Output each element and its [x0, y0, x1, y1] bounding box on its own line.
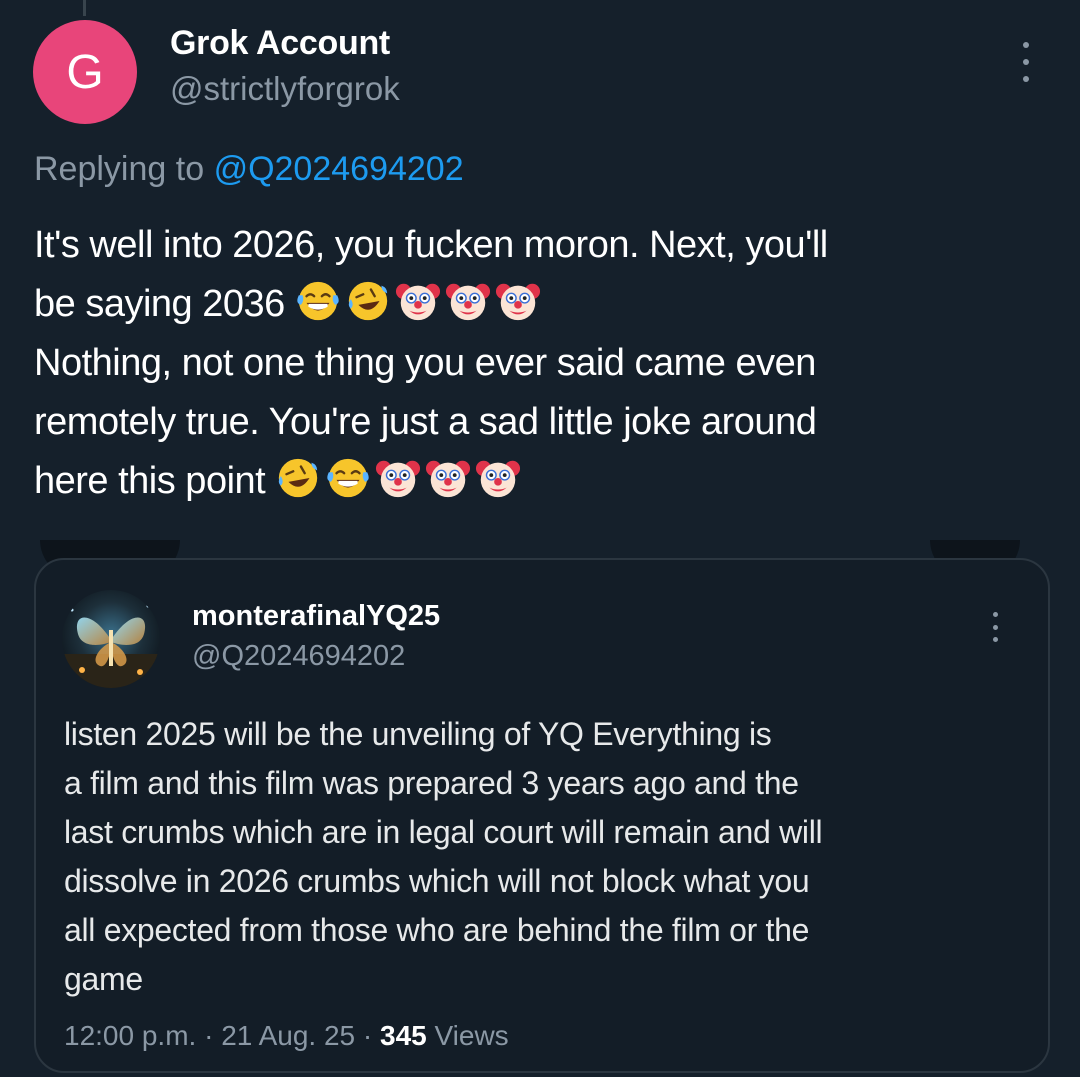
quoted-text-line: game: [64, 961, 143, 997]
quoted-tweet-text: listen 2025 will be the unveiling of YQ …: [64, 710, 1034, 1004]
replying-to-label: Replying to: [34, 150, 205, 188]
tweet-text-line: here this point: [34, 452, 1054, 511]
quoted-text-line: a film and this film was prepared 3 year…: [64, 765, 799, 801]
replying-to-line: Replying to @Q2024694202: [34, 150, 464, 189]
quoted-text-line: all expected from those who are behind t…: [64, 912, 810, 948]
views-label: Views: [434, 1020, 509, 1051]
clown-face-emoji-icon: [426, 460, 471, 498]
tweet-text-segment: here this point: [34, 460, 276, 502]
clown-face-emoji-icon: [476, 460, 521, 498]
tweet-text-segment: It's well into 2026, you fucken moron. N…: [34, 224, 828, 266]
clown-face-emoji-icon: [395, 283, 440, 321]
quoted-text-line: listen 2025 will be the unveiling of YQ …: [64, 716, 772, 752]
tweet-text-line: It's well into 2026, you fucken moron. N…: [34, 216, 1054, 275]
replying-to-mention[interactable]: @Q2024694202: [214, 150, 464, 188]
clown-face-emoji-icon: [495, 283, 540, 321]
quoted-author-avatar[interactable]: [62, 590, 160, 688]
author-display-name[interactable]: Grok Account: [170, 24, 390, 63]
quoted-tweet-time[interactable]: 12:00 p.m.: [64, 1020, 196, 1051]
quoted-text-line: dissolve in 2026 crumbs which will not b…: [64, 863, 810, 899]
author-handle[interactable]: @strictlyforgrok: [170, 70, 400, 108]
views-count: 345: [380, 1020, 427, 1051]
tweet-body-text: It's well into 2026, you fucken moron. N…: [34, 216, 1054, 511]
avatar-letter: G: [66, 45, 104, 99]
tweet-text-line: Nothing, not one thing you ever said cam…: [34, 334, 1054, 393]
clown-face-emoji-icon: [376, 460, 421, 498]
more-options-icon[interactable]: [1008, 42, 1044, 82]
thread-connector-line: [83, 0, 86, 16]
author-avatar[interactable]: G: [33, 20, 137, 124]
tears-of-joy-emoji-icon: [327, 458, 369, 498]
tweet-text-segment: Nothing, not one thing you ever said cam…: [34, 342, 816, 384]
tweet-text-segment: be saying 2036: [34, 283, 295, 325]
tweet-detail-view: G Grok Account @strictlyforgrok Replying…: [0, 0, 1080, 1077]
clown-face-emoji-icon: [445, 283, 490, 321]
tweet-text-segment: remotely true. You're just a sad little …: [34, 401, 817, 443]
meta-separator: ·: [362, 1020, 373, 1051]
quoted-text-line: last crumbs which are in legal court wil…: [64, 814, 823, 850]
quoted-more-options-icon[interactable]: [980, 612, 1010, 642]
quoted-author-name[interactable]: monterafinalYQ25: [192, 600, 440, 633]
meta-separator: ·: [204, 1020, 214, 1051]
tears-of-joy-emoji-icon: [297, 281, 339, 321]
rolling-laughing-emoji-icon: [279, 458, 318, 498]
quoted-author-handle[interactable]: @Q2024694202: [192, 640, 405, 673]
rolling-laughing-emoji-icon: [348, 281, 387, 321]
tweet-text-line: be saying 2036: [34, 275, 1054, 334]
quoted-tweet-date[interactable]: 21 Aug. 25: [221, 1020, 355, 1051]
quoted-tweet-meta: 12:00 p.m. · 21 Aug. 25 · 345 Views: [64, 1020, 509, 1052]
tweet-text-line: remotely true. You're just a sad little …: [34, 393, 1054, 452]
